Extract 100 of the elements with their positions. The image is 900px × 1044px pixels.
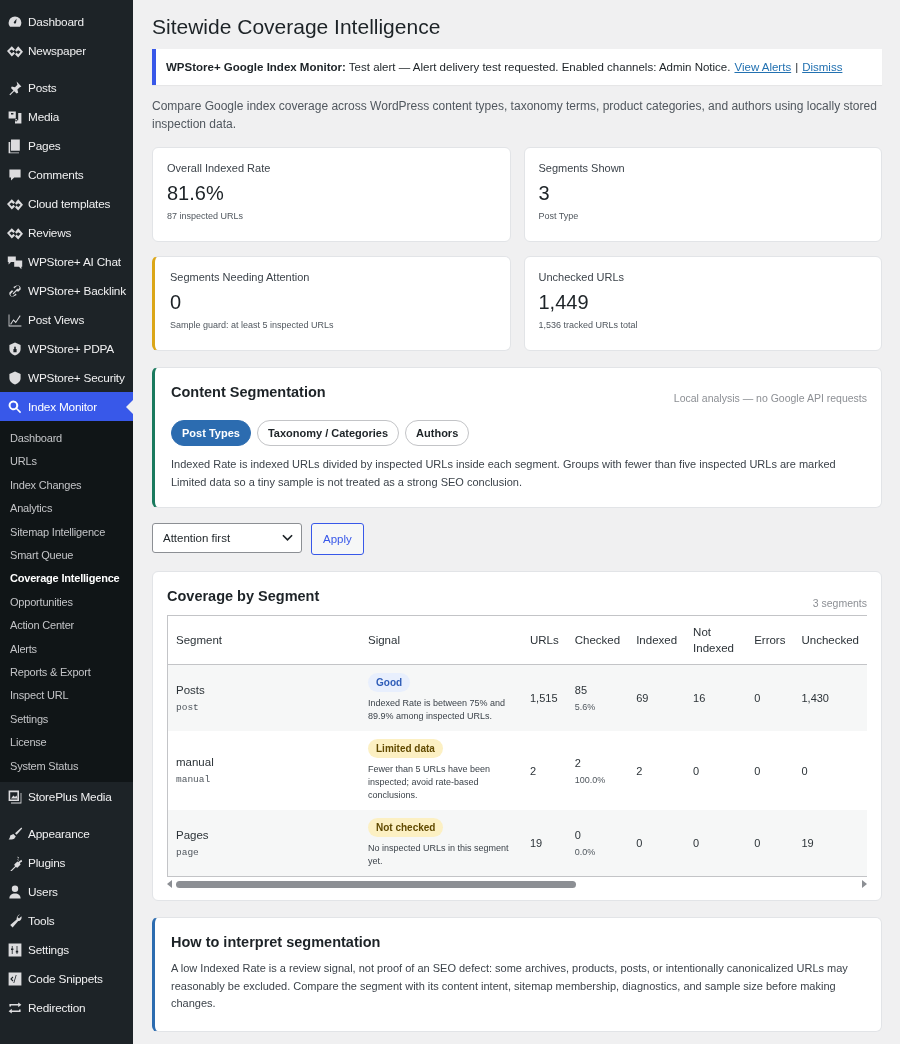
- table-cell: 0: [685, 810, 747, 876]
- menu-item[interactable]: Code Snippets: [0, 964, 133, 994]
- column-header: Segment: [168, 616, 360, 665]
- signal-note: No inspected URLs in this segment yet.: [368, 842, 510, 868]
- submenu-item[interactable]: Index Changes: [0, 473, 133, 498]
- lock-shield-icon: [7, 341, 23, 357]
- code-icon: [7, 971, 23, 988]
- menu-item[interactable]: Comments: [0, 160, 133, 189]
- signal-note: Indexed Rate is between 75% and 89.9% among inspected URLs.: [368, 697, 507, 723]
- panel-title: How to interpret segmentation: [171, 934, 382, 950]
- stat-label: Overall Indexed Rate: [167, 162, 272, 174]
- column-header: URLs: [522, 616, 567, 665]
- submenu-item[interactable]: Alerts: [0, 637, 133, 662]
- column-header: Indexed: [628, 616, 686, 665]
- stat-note: 1,536 tracked URLs total: [538, 320, 639, 330]
- menu-item[interactable]: Post Views: [0, 305, 133, 334]
- table-cell: 0: [685, 731, 747, 810]
- page-description: Compare Google index coverage across WordPress content types, taxonomy terms, product categories, and authors using locally stored inspection data.: [152, 98, 878, 133]
- stat-value: 81.6%: [167, 182, 225, 205]
- submenu-item[interactable]: License: [0, 731, 133, 755]
- sort-dropdown[interactable]: Attention first: [152, 523, 302, 553]
- column-header: Errors: [746, 616, 794, 665]
- menu-item[interactable]: WPStore+ Backlink: [0, 276, 133, 305]
- segment-slug: manual: [176, 774, 212, 785]
- table-cell: 0: [746, 810, 794, 876]
- menu-item[interactable]: Reviews: [0, 218, 133, 247]
- submenu-item[interactable]: Settings: [0, 707, 133, 732]
- table-cell: 16: [685, 664, 747, 731]
- table-cell: 19: [793, 810, 867, 876]
- chevron-down-icon: [282, 534, 293, 542]
- panel-title: Content Segmentation: [171, 384, 326, 400]
- menu-item[interactable]: Pages: [0, 131, 133, 160]
- notice-message: WPStore+ Google Index Monitor: Test alert — Alert delivery test requested. Enabled channels: Admin Notice.: [166, 61, 731, 73]
- horizontal-scrollbar[interactable]: [167, 878, 867, 890]
- stat-label: Segments Needing Attention: [170, 271, 311, 283]
- segment-tab[interactable]: Taxonomy / Categories: [256, 420, 400, 446]
- segment-slug: post: [176, 701, 200, 713]
- column-header: Checked: [566, 616, 629, 665]
- pin-icon: [7, 80, 23, 96]
- menu-item[interactable]: Newspaper: [0, 36, 133, 65]
- menu-item[interactable]: Tools: [0, 906, 133, 936]
- menu-item[interactable]: Posts: [0, 73, 133, 102]
- menu-item[interactable]: Users: [0, 877, 133, 907]
- column-header: Not Indexed: [685, 616, 747, 665]
- stat-label: Unchecked URLs: [538, 271, 626, 283]
- stat-value: 0: [170, 291, 183, 314]
- column-header: Unchecked: [793, 616, 867, 665]
- submenu-item[interactable]: Inspect URL: [0, 684, 133, 708]
- checked-percent: 100.0%: [574, 774, 607, 785]
- brush-icon: [7, 826, 23, 843]
- menu-item[interactable]: Index Monitor: [0, 392, 133, 421]
- submenu-item[interactable]: Smart Queue: [0, 544, 133, 568]
- table-cell: 0: [628, 810, 686, 876]
- submenu-item[interactable]: Reports & Export: [0, 661, 133, 685]
- segment-name: Posts: [176, 683, 206, 696]
- submenu-item[interactable]: Dashboard: [0, 427, 133, 451]
- submenu-item[interactable]: Opportunities: [0, 590, 133, 615]
- signal-badge: Limited data: [368, 739, 443, 758]
- media-icon: [7, 109, 23, 125]
- table-cell: 1,515: [522, 664, 567, 731]
- menu-item[interactable]: Settings: [0, 935, 133, 965]
- checked-count: 85: [574, 684, 588, 696]
- submenu-item[interactable]: Analytics: [0, 497, 133, 521]
- speech-bubble-icon: [7, 167, 23, 183]
- menu-item[interactable]: Plugins: [0, 848, 133, 878]
- gauge-icon: [7, 14, 23, 30]
- stat-note: 87 inspected URLs: [167, 211, 245, 221]
- stat-label: Segments Shown: [538, 162, 626, 174]
- segment-tab[interactable]: Post Types: [171, 420, 251, 446]
- checked-count: 0: [574, 829, 582, 841]
- menu-item[interactable]: WPStore+ PDPA: [0, 334, 133, 363]
- menu-item[interactable]: Dashboard: [0, 7, 133, 36]
- menu-item[interactable]: Cloud templates: [0, 189, 133, 218]
- submenu-item[interactable]: Coverage Intelligence: [0, 567, 133, 591]
- signal-note: Fewer than 5 URLs have been inspected; avoid rate-based conclusions.: [368, 763, 492, 802]
- submenu-item[interactable]: Sitemap Intelligence: [0, 520, 133, 545]
- apply-button[interactable]: Apply: [311, 523, 364, 555]
- segment-tab[interactable]: Authors: [405, 420, 470, 446]
- menu-item[interactable]: Media: [0, 102, 133, 131]
- submenu-item[interactable]: System Status: [0, 754, 133, 779]
- panel-text: A low Indexed Rate is a review signal, not proof of an SEO defect: some archives, products, posts, or intentionally canonicalized URLs may reasonably be excluded. Compare the segment with its content intent, sitemap membership, diagnostics, and sample size before making changes.: [171, 961, 849, 1011]
- diamond-icon: [7, 43, 23, 59]
- link-icon: [7, 283, 23, 299]
- shield-icon: [7, 370, 23, 386]
- table-cell: 2: [628, 731, 686, 810]
- menu-item[interactable]: WPStore+ AI Chat: [0, 247, 133, 276]
- menu-item[interactable]: StorePlus Media: [0, 782, 133, 812]
- submenu-item[interactable]: URLs: [0, 450, 133, 474]
- submenu-item[interactable]: Action Center: [0, 614, 133, 638]
- table-cell: 0: [746, 664, 794, 731]
- panel-text: Indexed Rate is indexed URLs divided by inspected URLs inside each segment. Groups with fewer than five inspected URLs are marked Limited data so a tiny sample is not treated as a strong SEO conclusion.: [171, 457, 837, 490]
- menu-item[interactable]: Redirection: [0, 993, 133, 1023]
- menu-item[interactable]: Appearance: [0, 819, 133, 849]
- checked-percent: 0.0%: [574, 847, 597, 857]
- current-pointer-icon: [126, 399, 133, 414]
- menu-item[interactable]: WPStore+ Security: [0, 363, 133, 392]
- segment-name: manual: [176, 756, 215, 768]
- notice-link[interactable]: View Alerts: [734, 61, 792, 73]
- signal-badge: Not checked: [368, 818, 444, 837]
- notice-link[interactable]: Dismiss: [802, 61, 843, 73]
